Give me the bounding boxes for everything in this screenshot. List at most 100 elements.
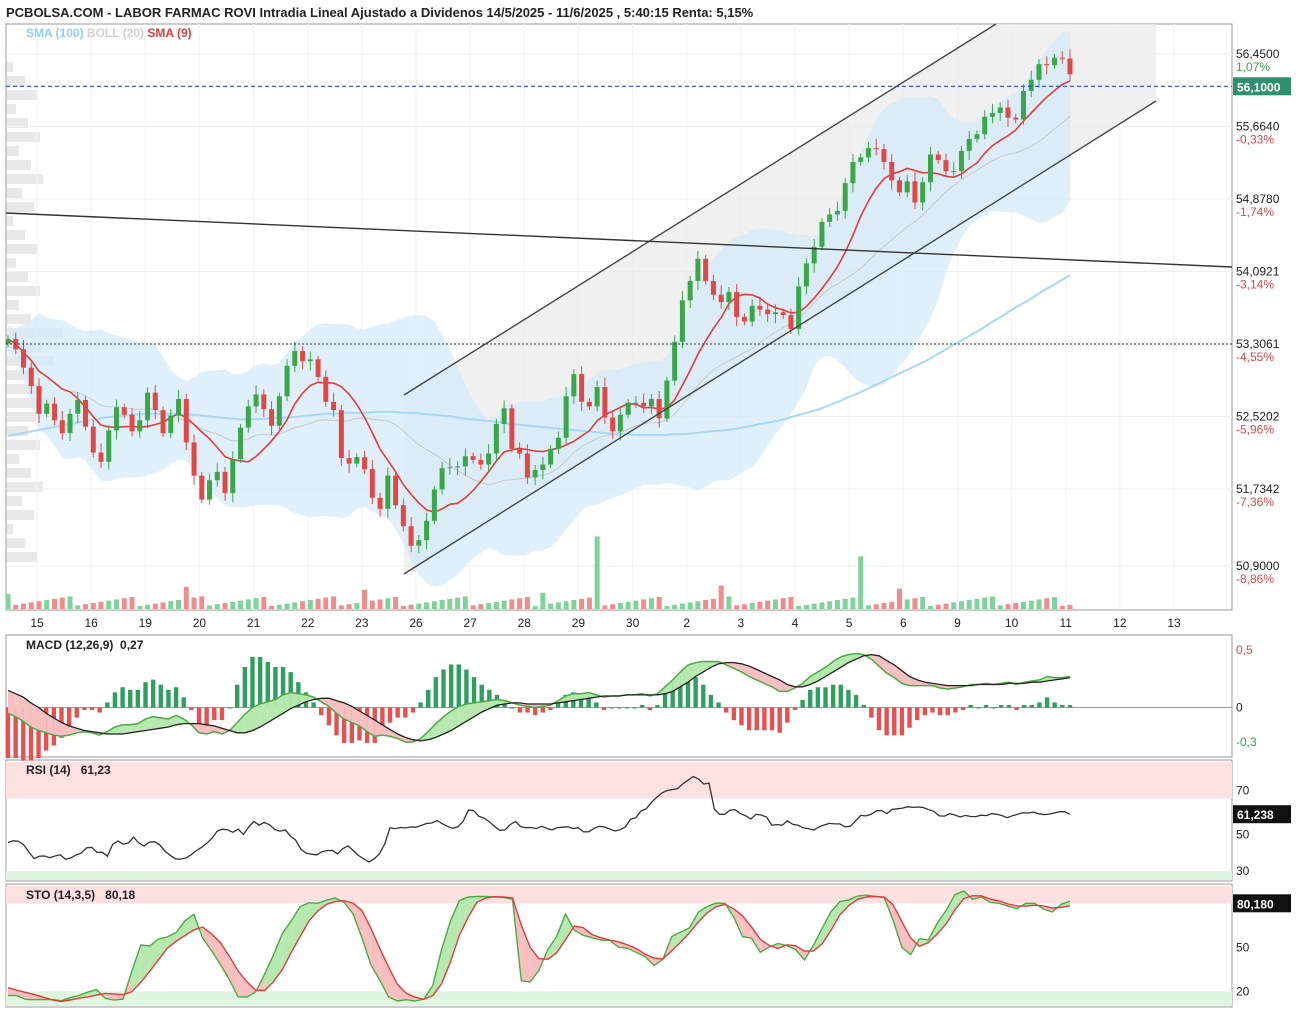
legend-sma100: SMA (100): [26, 26, 84, 40]
macd-histogram-bar: [5, 707, 11, 759]
date-tick-label: 3: [738, 616, 745, 630]
macd-histogram-bar: [609, 707, 614, 709]
macd-histogram-bar: [525, 707, 530, 713]
macd-histogram-bar: [311, 702, 316, 708]
volume-bar: [400, 606, 406, 609]
volume-bar: [679, 603, 685, 609]
volume-bar: [648, 598, 654, 609]
macd-histogram-bar: [594, 702, 599, 708]
volume-bar: [354, 603, 360, 609]
macd-histogram-bar: [830, 684, 836, 708]
volume-bar: [796, 606, 802, 609]
volume-bar: [656, 597, 662, 609]
volume-bar: [633, 600, 639, 609]
macd-tick-label: 0,5: [1236, 643, 1253, 657]
candle-body: [90, 426, 96, 453]
macd-histogram-bar: [624, 707, 630, 709]
volume-bar: [703, 600, 709, 609]
macd-histogram-bar: [792, 707, 798, 711]
volume-bar: [548, 603, 554, 609]
price-tick-label: 52,5202: [1236, 410, 1280, 424]
price-pct-label: -5,96%: [1236, 423, 1274, 437]
candle-body: [369, 469, 375, 498]
volume-bar: [176, 600, 182, 609]
volume-bar: [726, 596, 732, 609]
candle-body: [176, 399, 182, 416]
macd-histogram-bar: [899, 707, 905, 736]
volume-bar: [780, 598, 786, 609]
volume-bar: [501, 600, 507, 609]
volume-bar: [842, 598, 848, 609]
candle-body: [67, 413, 73, 434]
macd-histogram-bar: [1014, 707, 1019, 711]
volume-bar: [896, 588, 902, 609]
volume-bar: [67, 596, 73, 609]
candle-body: [300, 351, 306, 362]
macd-histogram-bar: [456, 664, 461, 708]
macd-histogram-bar: [853, 694, 859, 708]
macd-histogram-bar: [418, 702, 423, 708]
macd-histogram-bar: [991, 707, 996, 709]
sto-value-label: 80,180: [1237, 897, 1274, 911]
macd-fill: [153, 716, 161, 730]
macd-histogram-bar: [448, 664, 454, 708]
candle-body: [834, 210, 840, 215]
legend-boll20: BOLL (20): [86, 26, 145, 40]
candle-body: [114, 407, 120, 431]
volume-bar: [160, 602, 166, 609]
candle-body: [230, 458, 236, 494]
volume-bar: [346, 604, 352, 609]
volume-profile-bar: [7, 482, 43, 492]
macd-histogram-bar: [632, 707, 637, 709]
sto-overbought-zone: [6, 886, 1232, 904]
volume-profile-bar: [7, 524, 13, 534]
candle-body: [579, 374, 585, 402]
candle-body: [881, 149, 887, 162]
volume-bar: [284, 603, 290, 609]
macd-histogram-bar: [983, 704, 989, 708]
macd-histogram-bar: [426, 689, 431, 708]
macd-histogram-bar: [112, 692, 118, 708]
volume-bar: [889, 601, 895, 609]
candle-body: [214, 471, 220, 481]
volume-bar: [509, 599, 515, 609]
candle-body: [331, 401, 337, 411]
candle-body: [338, 410, 344, 459]
macd-histogram-bar: [723, 707, 729, 713]
indicator-legend: SMA (100) BOLL (20) SMA (9): [26, 26, 192, 40]
candle-body: [1028, 79, 1034, 91]
volume-bar: [145, 604, 151, 609]
candle-body: [183, 399, 189, 443]
macd-histogram-bar: [999, 704, 1004, 708]
volume-bar: [904, 599, 910, 609]
rsi-oversold-zone: [6, 870, 1232, 880]
candle-body: [199, 475, 205, 500]
volume-bar: [292, 602, 298, 609]
volume-bar: [137, 606, 143, 609]
candle-body: [951, 171, 957, 173]
sto-tick-label: 20: [1236, 984, 1250, 998]
date-tick-label: 11: [1059, 616, 1072, 630]
candle-body: [486, 453, 492, 465]
candle-body: [362, 457, 368, 470]
candle-body: [517, 448, 523, 454]
volume-bar: [912, 598, 918, 609]
candle-body: [408, 526, 414, 546]
candle-body: [207, 480, 213, 500]
macd-histogram-bar: [754, 707, 759, 731]
macd-histogram-bar: [158, 684, 164, 708]
volume-bar: [966, 600, 972, 609]
volume-bar: [850, 597, 856, 609]
volume-bar: [52, 598, 58, 609]
candle-body: [431, 489, 437, 521]
macd-histogram-bar: [1060, 704, 1065, 708]
volume-bar: [424, 602, 430, 609]
candle-body: [416, 540, 422, 546]
candle-body: [796, 286, 802, 329]
volume-profile-bar: [7, 454, 19, 464]
volume-bar: [610, 604, 616, 609]
price-pct-label: -4,55%: [1236, 350, 1274, 364]
volume-bar: [393, 597, 399, 609]
candle-body: [21, 349, 27, 368]
volume-bar: [974, 598, 980, 609]
